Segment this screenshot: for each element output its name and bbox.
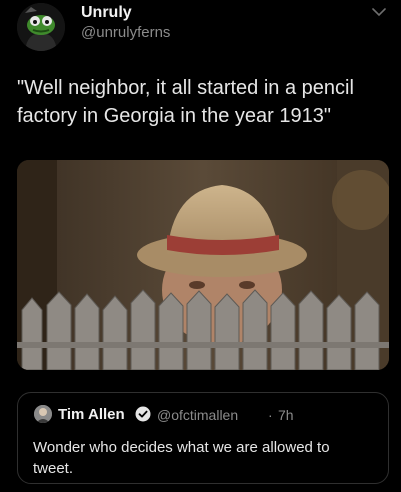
person-avatar-icon: [34, 405, 52, 423]
author-name[interactable]: Unruly: [81, 4, 132, 22]
verified-badge-icon: [135, 406, 151, 422]
neighbor-behind-fence-image: [17, 160, 389, 370]
quoted-tweet[interactable]: Tim Allen @ofctimallen · 7h Wonder who d…: [17, 392, 389, 484]
author-handle[interactable]: @unrulyferns: [81, 24, 170, 41]
quoted-author-avatar[interactable]: [34, 405, 52, 423]
quoted-author-handle[interactable]: @ofctimallen: [157, 407, 238, 423]
author-avatar[interactable]: [17, 3, 65, 51]
frog-avatar-icon: [17, 3, 65, 51]
quoted-tweet-text: Wonder who decides what we are allowed t…: [33, 439, 330, 477]
tweet-media-image[interactable]: [17, 160, 389, 370]
separator-dot: ·: [268, 407, 273, 423]
quoted-timestamp[interactable]: 7h: [278, 407, 294, 423]
chevron-down-icon[interactable]: [370, 5, 388, 19]
quoted-author-name[interactable]: Tim Allen: [58, 406, 125, 423]
tweet-text: "Well neighbor, it all started in a penc…: [17, 77, 354, 127]
